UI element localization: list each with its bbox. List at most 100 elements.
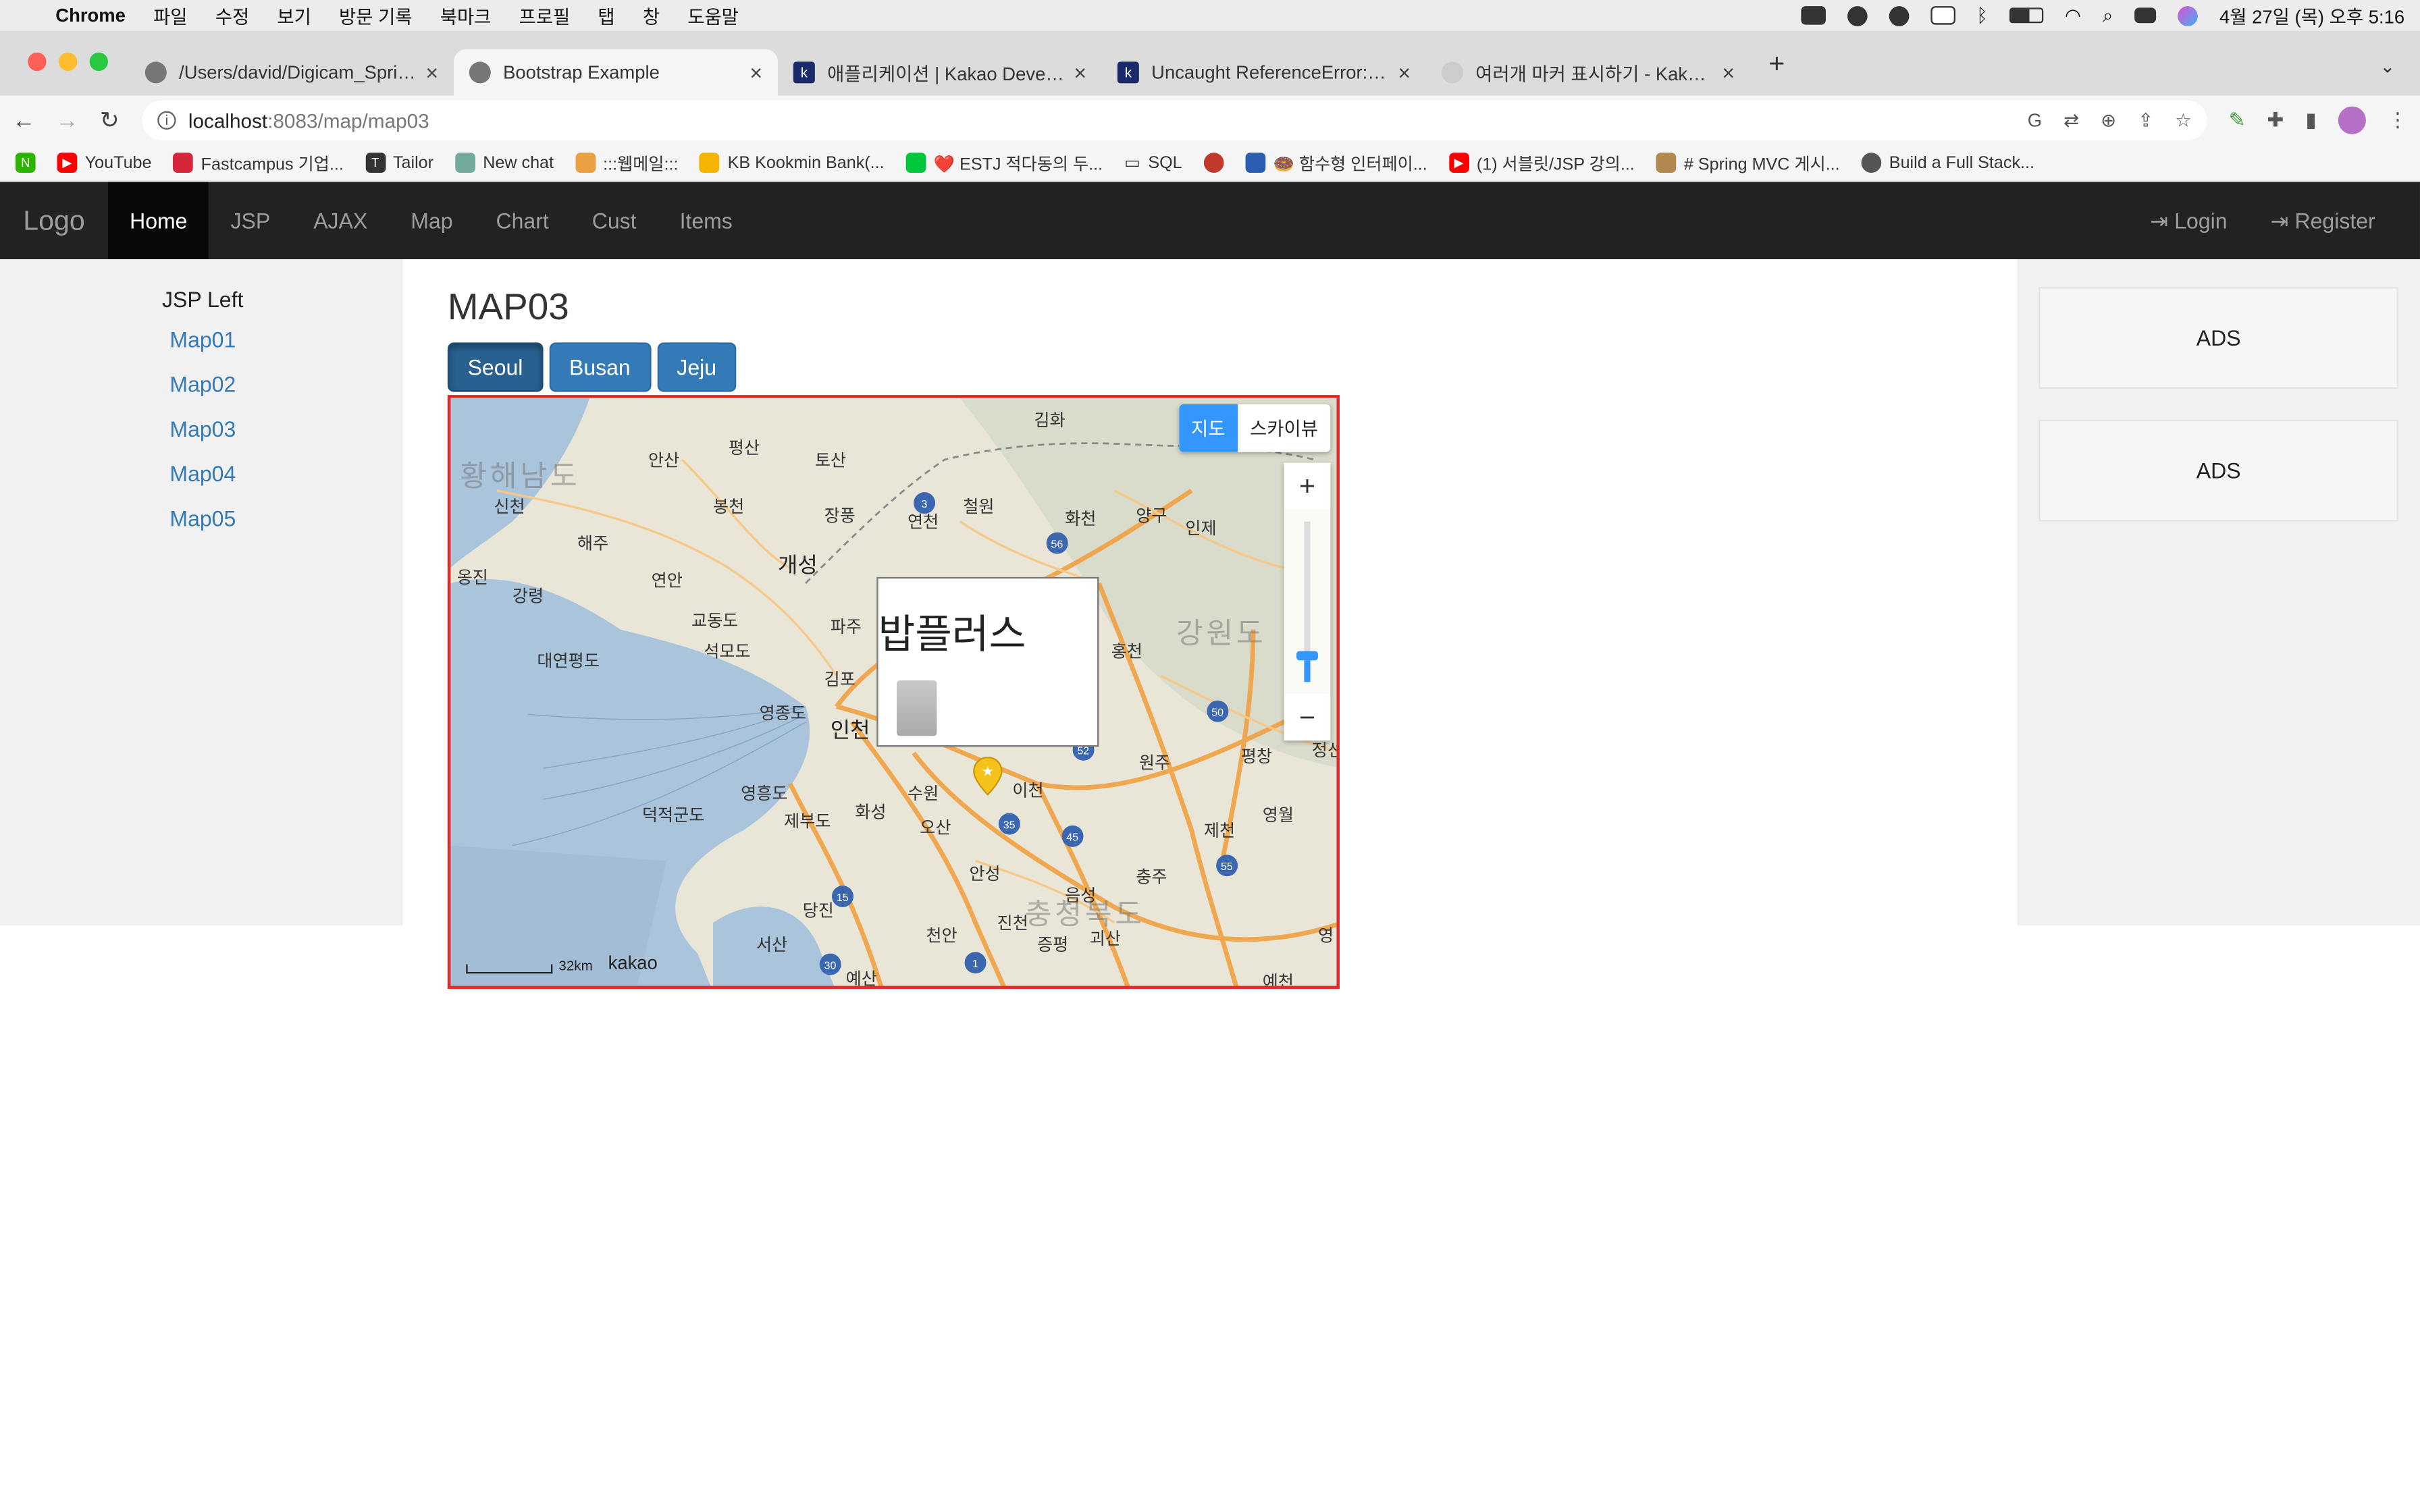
nav-chart[interactable]: Chart — [474, 182, 570, 259]
menu-file[interactable]: 파일 — [153, 2, 187, 28]
bookmark-full-stack[interactable]: Build a Full Stack... — [1861, 153, 2034, 173]
seoul-button[interactable]: Seoul — [447, 342, 544, 392]
profile-avatar[interactable] — [2338, 106, 2366, 134]
wifi-icon[interactable]: ◠ — [2065, 5, 2081, 26]
battery-icon[interactable] — [2009, 7, 2043, 24]
close-tab-icon[interactable]: × — [1398, 60, 1411, 85]
close-tab-icon[interactable]: × — [749, 60, 762, 85]
menu-help[interactable]: 도움말 — [687, 2, 739, 28]
zoom-in-button[interactable]: + — [1284, 462, 1331, 510]
menu-history[interactable]: 방문 기록 — [339, 2, 413, 28]
zoom-window-button[interactable] — [89, 52, 108, 72]
google-icon[interactable]: G — [2028, 109, 2042, 131]
docker-icon[interactable] — [1800, 6, 1826, 25]
bookmark-star-icon[interactable]: ☆ — [2175, 109, 2192, 131]
menu-app-name[interactable]: Chrome — [55, 5, 126, 26]
bookmark-unnamed[interactable] — [1203, 153, 1224, 173]
kakao-logo[interactable]: kakao — [608, 952, 658, 973]
nav-items[interactable]: Items — [658, 182, 754, 259]
nav-ajax[interactable]: AJAX — [292, 182, 389, 259]
browser-tab-active[interactable]: Bootstrap Example × — [453, 49, 778, 96]
menu-tab[interactable]: 탭 — [598, 2, 614, 28]
nav-cust[interactable]: Cust — [571, 182, 658, 259]
menu-window[interactable]: 창 — [643, 2, 660, 28]
close-tab-icon[interactable]: × — [425, 60, 438, 85]
menubar-clock[interactable]: 4월 27일 (목) 오후 5:16 — [2219, 2, 2404, 28]
translate-icon[interactable]: ⇄ — [2063, 109, 2079, 131]
map-label-city: 오산 — [920, 819, 951, 838]
sidebar-link-map02[interactable]: Map02 — [169, 369, 402, 413]
minimize-window-button[interactable] — [58, 52, 78, 72]
nav-register[interactable]: ⇥ Register — [2249, 182, 2420, 259]
address-bar[interactable]: i localhost:8083/map/map03 G ⇄ ⊕ ⇪ ☆ — [142, 100, 2207, 140]
share-icon[interactable]: ⇪ — [2138, 109, 2153, 131]
map-marker-icon[interactable]: ★ — [972, 756, 1003, 796]
menu-edit[interactable]: 수정 — [215, 2, 249, 28]
bookmark-spring-mvc[interactable]: # Spring MVC 게시... — [1656, 151, 1840, 176]
ad-box[interactable]: ADS — [2038, 287, 2398, 389]
close-tab-icon[interactable]: × — [1074, 60, 1086, 85]
bookmark-fastcampus[interactable]: Fastcampus 기업... — [173, 151, 344, 176]
close-window-button[interactable] — [28, 52, 47, 72]
siri-icon[interactable] — [2178, 5, 2199, 26]
menu-view[interactable]: 보기 — [277, 2, 311, 28]
zoom-icon[interactable]: ⊕ — [2101, 109, 2116, 131]
reload-icon[interactable]: ↻ — [99, 107, 120, 134]
side-panel-icon[interactable]: ▮ — [2305, 108, 2316, 133]
bookmark-youtube[interactable]: ▶ YouTube — [57, 153, 152, 173]
sidebar-link-map03[interactable]: Map03 — [169, 414, 402, 458]
browser-tab[interactable]: k 애플리케이션 | Kakao Developers × — [778, 49, 1102, 96]
sidebar-title: JSP Left — [161, 287, 244, 312]
tab-title: 애플리케이션 | Kakao Developers — [827, 62, 1065, 84]
sidebar-link-map01[interactable]: Map01 — [169, 324, 402, 369]
new-tab-button[interactable]: + — [1750, 47, 1804, 80]
browser-tab[interactable]: /Users/david/Digicam_Spring( × — [130, 49, 454, 96]
browser-tab[interactable]: k Uncaught ReferenceError: kaka × — [1102, 49, 1426, 96]
map-type-skyview-button[interactable]: 스카이뷰 — [1238, 404, 1331, 452]
sidebar-link-map05[interactable]: Map05 — [169, 503, 402, 547]
input-source-icon[interactable] — [1930, 6, 1955, 25]
tab-search-chevron-icon[interactable]: ⌄ — [2379, 55, 2395, 77]
menu-profile[interactable]: 프로필 — [519, 2, 571, 28]
bookmark-estj-blog[interactable]: ❤️ ESTJ 적다동의 두... — [905, 151, 1103, 176]
bookmark-servlet-jsp[interactable]: ▶ (1) 서블릿/JSP 강의... — [1448, 151, 1635, 176]
site-info-icon[interactable]: i — [157, 111, 176, 130]
extension-icon[interactable]: ✎ — [2229, 108, 2246, 133]
sidebar-link-map04[interactable]: Map04 — [169, 458, 402, 503]
bookmark-new-chat[interactable]: New chat — [455, 153, 554, 173]
nav-login[interactable]: ⇥ Login — [2128, 182, 2248, 259]
bookmark-functional-interface[interactable]: 🍩 함수형 인터페이... — [1245, 151, 1427, 176]
menu-bookmarks[interactable]: 북마크 — [440, 2, 492, 28]
forward-arrow-icon[interactable]: → — [55, 107, 78, 134]
line-icon[interactable] — [1847, 5, 1867, 26]
map-type-roadmap-button[interactable]: 지도 — [1178, 404, 1238, 452]
ad-box[interactable]: ADS — [2038, 419, 2398, 522]
puzzle-extensions-icon[interactable]: ✚ — [2267, 108, 2284, 133]
busan-button[interactable]: Busan — [549, 342, 651, 392]
youtube-icon: ▶ — [1448, 153, 1469, 173]
map-label-city: 홍천 — [1111, 643, 1142, 662]
browser-tab[interactable]: 여러개 마커 표시하기 - Kakao 지도 × — [1426, 49, 1750, 96]
kakao-map[interactable]: 3 56 35 45 50 55 52 15 30 1 황해남도 강원도 충청북… — [447, 395, 1340, 990]
jeju-button[interactable]: Jeju — [656, 342, 737, 392]
bookmark-tailor[interactable]: T Tailor — [365, 153, 433, 173]
zoom-out-button[interactable]: − — [1284, 694, 1331, 741]
control-center-icon[interactable] — [2134, 7, 2157, 24]
map-infowindow[interactable]: 밥플러스 — [876, 576, 1099, 747]
spotlight-search-icon[interactable]: ⌕ — [2103, 4, 2113, 27]
nav-home[interactable]: Home — [108, 182, 209, 259]
bluetooth-icon[interactable]: ᛒ — [1976, 5, 1987, 26]
bookmark-label: KB Kookmin Bank(... — [727, 153, 885, 172]
bookmark-kb-bank[interactable]: KB Kookmin Bank(... — [700, 153, 885, 173]
bookmark-webmail[interactable]: :::웹메일::: — [575, 151, 678, 176]
bookmark-naver[interactable]: N — [15, 153, 36, 173]
kakaotalk-icon[interactable] — [1888, 5, 1909, 26]
nav-map[interactable]: Map — [389, 182, 474, 259]
kebab-menu-icon[interactable]: ⋮ — [2388, 108, 2408, 133]
close-tab-icon[interactable]: × — [1722, 60, 1735, 85]
navbar-brand[interactable]: Logo — [0, 182, 108, 259]
bookmark-sql-folder[interactable]: ▭ SQL — [1124, 153, 1182, 173]
zoom-slider-handle[interactable] — [1296, 651, 1318, 661]
nav-jsp[interactable]: JSP — [209, 182, 292, 259]
back-arrow-icon[interactable]: ← — [12, 107, 35, 134]
